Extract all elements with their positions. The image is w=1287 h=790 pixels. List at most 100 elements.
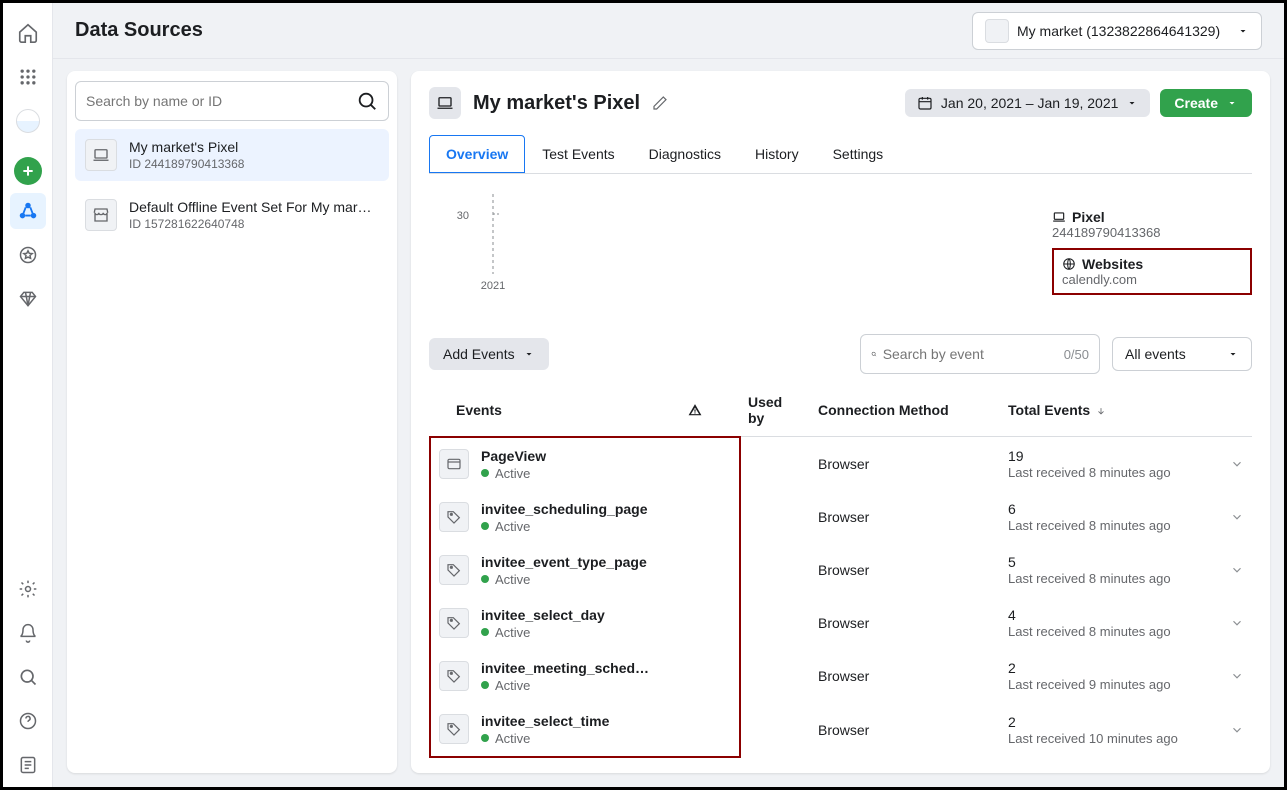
status-dot-icon <box>481 469 489 477</box>
connection-method: Browser <box>810 491 1000 544</box>
event-status: Active <box>495 678 530 693</box>
col-method[interactable]: Connection Method <box>810 384 1000 437</box>
account-icon <box>985 19 1009 43</box>
nav-search-icon[interactable] <box>10 659 46 695</box>
sidebar-search[interactable] <box>75 81 389 121</box>
table-row[interactable]: invitee_meeting_sched… Active Browser 2 … <box>430 650 1252 703</box>
connection-method: Browser <box>810 597 1000 650</box>
sort-down-icon <box>1096 406 1106 416</box>
calendar-icon <box>917 95 933 111</box>
total-count: 2 <box>1008 660 1214 676</box>
nav-report-icon[interactable] <box>10 747 46 783</box>
events-chart: 30 2021 <box>429 184 1029 304</box>
event-name: invitee_event_type_page <box>481 554 731 570</box>
svg-text:30: 30 <box>457 210 469 222</box>
laptop-icon <box>1052 210 1066 224</box>
connection-method: Browser <box>810 703 1000 757</box>
last-received: Last received 8 minutes ago <box>1008 518 1214 533</box>
topbar: Data Sources My market (1323822864641329… <box>53 3 1284 59</box>
expand-row-button[interactable] <box>1222 703 1252 757</box>
expand-row-button[interactable] <box>1222 544 1252 597</box>
event-search[interactable]: 0/50 <box>860 334 1100 374</box>
connection-method: Browser <box>810 650 1000 703</box>
event-name: invitee_meeting_sched… <box>481 660 731 676</box>
connection-method: Browser <box>810 544 1000 597</box>
nav-add-icon[interactable] <box>14 157 42 185</box>
create-button[interactable]: Create <box>1160 89 1252 117</box>
col-total[interactable]: Total Events <box>1000 384 1222 437</box>
col-events[interactable]: Events <box>430 384 680 437</box>
status-dot-icon <box>481 681 489 689</box>
table-row[interactable]: invitee_select_day Active Browser 4 Last… <box>430 597 1252 650</box>
nav-star-icon[interactable] <box>10 237 46 273</box>
svg-text:2021: 2021 <box>481 280 505 292</box>
last-received: Last received 8 minutes ago <box>1008 571 1214 586</box>
event-status: Active <box>495 572 530 587</box>
info-card-pixel: Pixel 244189790413368 <box>1052 209 1252 240</box>
event-status: Active <box>495 466 530 481</box>
page-title: Data Sources <box>75 19 203 42</box>
event-name: invitee_scheduling_page <box>481 501 731 517</box>
account-selector[interactable]: My market (1323822864641329) <box>972 12 1262 50</box>
source-id: ID 157281622640748 <box>129 217 379 231</box>
window-icon <box>439 449 469 479</box>
table-row[interactable]: invitee_scheduling_page Active Browser 6… <box>430 491 1252 544</box>
nav-data-sources-icon[interactable] <box>10 193 46 229</box>
event-search-input[interactable] <box>883 346 1064 362</box>
tab-settings[interactable]: Settings <box>816 135 901 173</box>
expand-row-button[interactable] <box>1222 491 1252 544</box>
nav-settings-icon[interactable] <box>10 571 46 607</box>
total-count: 4 <box>1008 607 1214 623</box>
store-icon <box>85 199 117 231</box>
tag-icon <box>439 714 469 744</box>
source-name: My market's Pixel <box>129 139 379 155</box>
tab-test-events[interactable]: Test Events <box>525 135 631 173</box>
total-count: 2 <box>1008 714 1214 730</box>
info-card-websites: Websites calendly.com <box>1052 248 1252 295</box>
table-row[interactable]: invitee_select_time Active Browser 2 Las… <box>430 703 1252 757</box>
edit-icon[interactable] <box>652 95 668 111</box>
source-id: ID 244189790413368 <box>129 157 379 171</box>
chevron-down-icon <box>1126 97 1138 109</box>
sidebar-item-offline[interactable]: Default Offline Event Set For My mar… ID… <box>75 189 389 241</box>
search-icon <box>871 344 877 364</box>
event-name: PageView <box>481 448 731 464</box>
tab-history[interactable]: History <box>738 135 816 173</box>
tab-overview[interactable]: Overview <box>429 135 525 173</box>
nav-help-icon[interactable] <box>10 703 46 739</box>
table-row[interactable]: invitee_event_type_page Active Browser 5… <box>430 544 1252 597</box>
events-table: Events Used by Connection Method Total E… <box>429 384 1252 758</box>
nav-apps-icon[interactable] <box>10 59 46 95</box>
status-dot-icon <box>481 522 489 530</box>
globe-icon <box>1062 257 1076 271</box>
warning-icon <box>688 403 702 417</box>
nav-diamond-icon[interactable] <box>10 281 46 317</box>
laptop-icon <box>429 87 461 119</box>
expand-row-button[interactable] <box>1222 437 1252 491</box>
tag-icon <box>439 502 469 532</box>
event-status: Active <box>495 731 530 746</box>
sidebar-search-input[interactable] <box>86 93 356 109</box>
nav-bell-icon[interactable] <box>10 615 46 651</box>
status-dot-icon <box>481 575 489 583</box>
connection-method: Browser <box>810 437 1000 491</box>
add-events-button[interactable]: Add Events <box>429 338 549 370</box>
nav-home-icon[interactable] <box>10 15 46 51</box>
table-row[interactable]: PageView Active Browser 19 Last received… <box>430 437 1252 491</box>
tab-diagnostics[interactable]: Diagnostics <box>632 135 738 173</box>
events-filter-select[interactable]: All events <box>1112 337 1252 371</box>
chevron-down-icon <box>1227 348 1239 360</box>
tag-icon <box>439 608 469 638</box>
nav-avatar[interactable] <box>10 103 46 139</box>
col-usedby[interactable]: Used by <box>740 384 810 437</box>
last-received: Last received 8 minutes ago <box>1008 465 1214 480</box>
sidebar-item-pixel[interactable]: My market's Pixel ID 244189790413368 <box>75 129 389 181</box>
expand-row-button[interactable] <box>1222 650 1252 703</box>
expand-row-button[interactable] <box>1222 597 1252 650</box>
col-warning <box>680 384 740 437</box>
date-range-button[interactable]: Jan 20, 2021 – Jan 19, 2021 <box>905 89 1150 117</box>
date-range-label: Jan 20, 2021 – Jan 19, 2021 <box>941 95 1118 111</box>
event-status: Active <box>495 519 530 534</box>
laptop-icon <box>85 139 117 171</box>
chevron-down-icon <box>1237 25 1249 37</box>
